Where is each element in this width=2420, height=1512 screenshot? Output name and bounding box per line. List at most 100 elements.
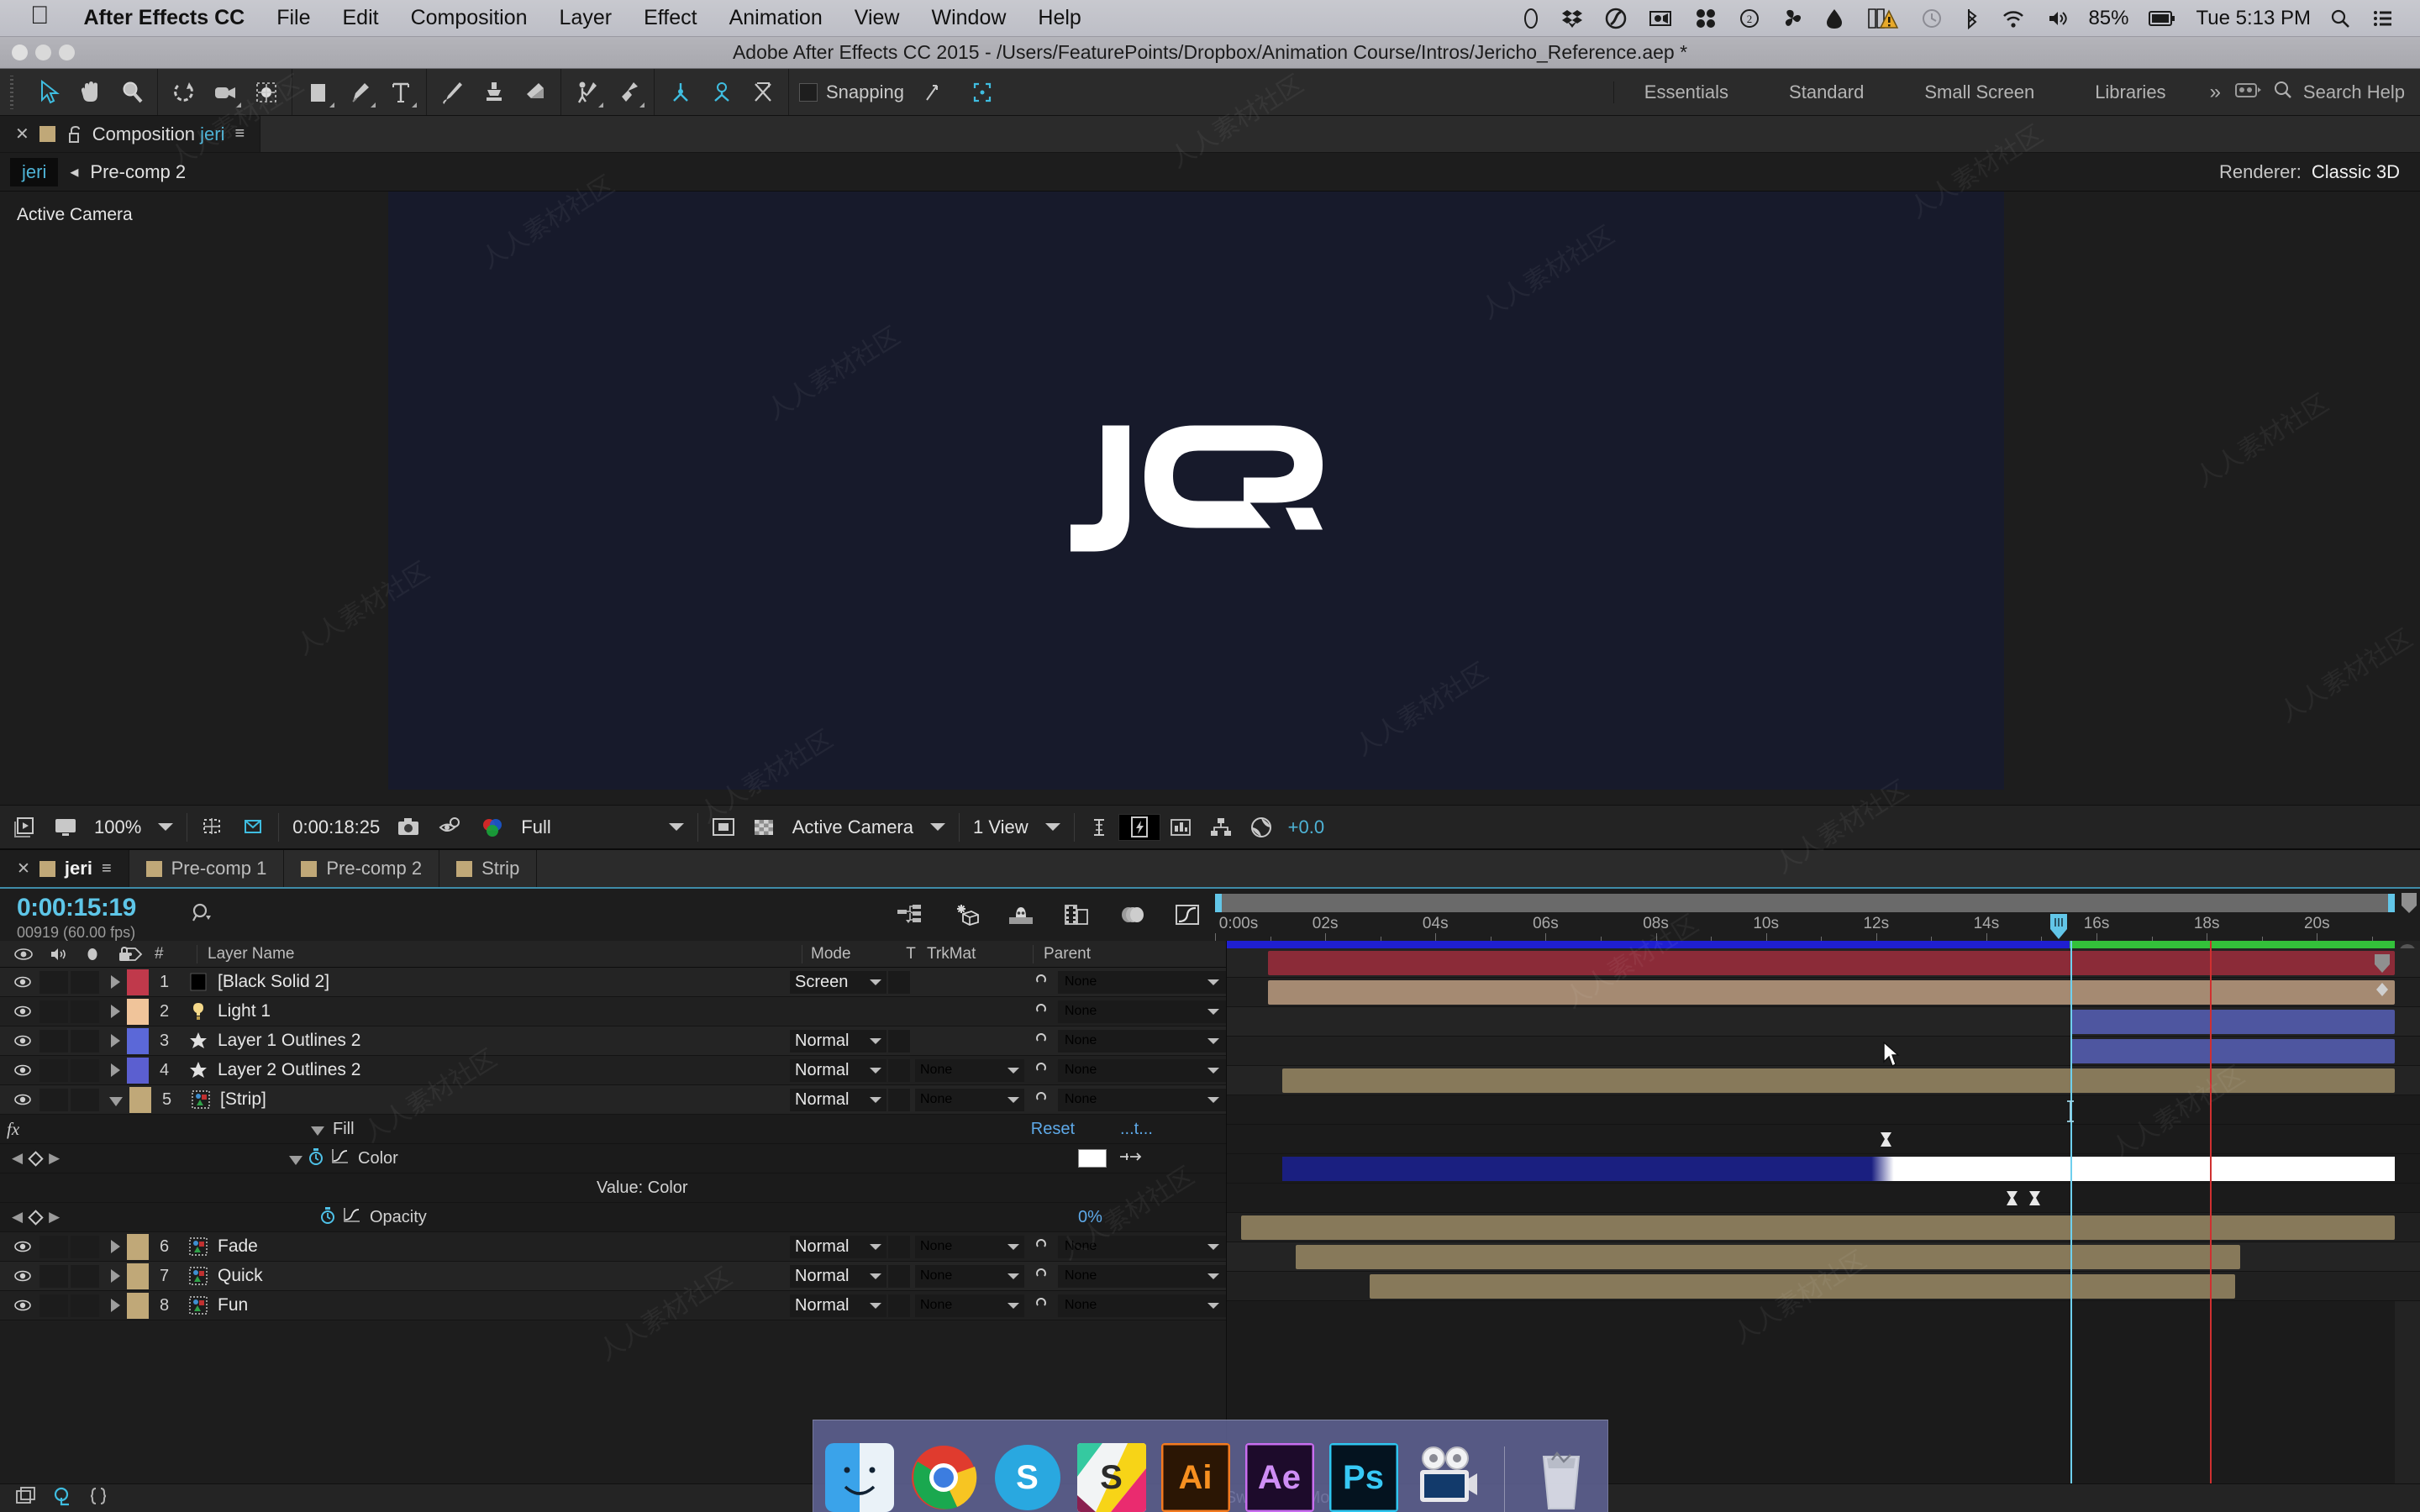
parent-pick-whip[interactable]	[1024, 1090, 1058, 1109]
pen-tool-icon[interactable]	[339, 74, 380, 111]
chevron-down-icon[interactable]	[1044, 823, 1060, 831]
timeline-tracks[interactable]	[1227, 941, 2420, 1483]
workspace-small-screen[interactable]: Small Screen	[1894, 81, 2065, 103]
timeline-search[interactable]	[181, 889, 882, 941]
layer-label-color[interactable]	[127, 1057, 149, 1084]
time-marker-line[interactable]	[2210, 941, 2212, 1483]
chevron-down-icon[interactable]	[1207, 1037, 1219, 1044]
chevron-down-icon[interactable]	[930, 823, 945, 831]
hold-keyframe[interactable]	[2028, 1190, 2041, 1206]
layer-rows[interactable]: 1 [Black Solid 2] Screen None 2 Light 1 None 3 L…	[0, 968, 1226, 1483]
unlock-icon[interactable]	[66, 124, 82, 144]
layer-row[interactable]: 3 Layer 1 Outlines 2 Normal None	[0, 1026, 1226, 1056]
time-machine-icon[interactable]	[1910, 8, 1954, 29]
next-keyframe-button[interactable]: ▶	[49, 1150, 60, 1167]
preserve-transparency-cell[interactable]	[886, 970, 912, 994]
zoom-tool-icon[interactable]	[111, 74, 152, 111]
track-row[interactable]	[1227, 1125, 2420, 1154]
color-swatch[interactable]	[1078, 1149, 1107, 1168]
layer-duration-bar[interactable]	[1267, 951, 2395, 975]
layer-name[interactable]: [Strip]	[213, 1089, 266, 1110]
layer-name[interactable]: Fun	[211, 1295, 248, 1315]
wifi-icon[interactable]	[1991, 8, 2036, 29]
grid-icon[interactable]	[233, 816, 273, 839]
workspace-overflow-button[interactable]: »	[2196, 81, 2234, 104]
hold-keyframe[interactable]	[2006, 1190, 2018, 1206]
snapping-control[interactable]: Snapping	[789, 74, 1013, 111]
parent-select[interactable]: None	[1058, 1088, 1226, 1111]
back-arrow-icon[interactable]: ◂	[58, 161, 90, 182]
chevron-down-icon[interactable]	[1007, 1273, 1019, 1279]
preserve-transparency-cell[interactable]	[886, 1235, 912, 1258]
viewer-timecode[interactable]: 0:00:18:25	[284, 816, 388, 838]
layer-expand-toggle[interactable]	[111, 1299, 120, 1312]
layer-row[interactable]: 6 Fade Normal None None	[0, 1232, 1226, 1262]
fast-preview-icon[interactable]	[1118, 813, 1160, 841]
layer-row[interactable]: 5 [Strip] Normal None None	[0, 1085, 1226, 1115]
track-row[interactable]	[1227, 1184, 2420, 1213]
preserve-transparency-toggle[interactable]	[888, 1029, 910, 1053]
effect-options-link[interactable]: ...t...	[1083, 1120, 1226, 1139]
pan-behind-anchor-tool-icon[interactable]	[245, 74, 287, 111]
views-value[interactable]: 1 View	[965, 816, 1037, 838]
layer-blend-mode[interactable]: Normal	[790, 1235, 886, 1258]
chevron-down-icon[interactable]	[1207, 1067, 1219, 1074]
stopwatch-icon[interactable]	[308, 1147, 324, 1170]
parent-select[interactable]: None	[1058, 1264, 1226, 1288]
chevron-down-icon[interactable]	[1007, 1243, 1019, 1250]
chevron-down-icon[interactable]	[870, 1096, 881, 1103]
previous-keyframe-button[interactable]: ◀	[12, 1209, 23, 1226]
property-expand-toggle[interactable]	[289, 1155, 302, 1165]
layer-audio-toggle[interactable]	[39, 1294, 68, 1317]
dock-item-sketch[interactable]: S	[1076, 1443, 1146, 1512]
exposure-icon[interactable]	[1241, 815, 1281, 840]
layer-solo-toggle[interactable]	[71, 1264, 99, 1288]
camera-orbit-tool-icon[interactable]	[204, 74, 245, 111]
dock-item-illustrator[interactable]: Ai	[1160, 1443, 1230, 1512]
layer-audio-toggle[interactable]	[39, 1058, 68, 1082]
property-row[interactable]: ◀ ▶ Color	[0, 1144, 1226, 1173]
selection-tool-icon[interactable]	[29, 74, 70, 111]
dropbox-icon[interactable]	[1550, 8, 1594, 29]
layer-visibility-toggle[interactable]	[8, 1089, 37, 1111]
workspace-libraries[interactable]: Libraries	[2065, 81, 2196, 103]
menu-composition[interactable]: Composition	[395, 6, 544, 30]
close-icon[interactable]: ✕	[15, 123, 29, 144]
layer-label-color[interactable]	[129, 1086, 151, 1113]
dock-item-finder[interactable]	[824, 1443, 894, 1512]
parent-pick-whip[interactable]	[1024, 973, 1058, 991]
layer-label-color[interactable]	[127, 1027, 149, 1054]
parent-select[interactable]: None	[1058, 1294, 1226, 1317]
notification-center-icon[interactable]	[2361, 8, 2405, 29]
checkerboard-icon[interactable]	[744, 816, 784, 839]
previous-keyframe-button[interactable]: ◀	[12, 1150, 23, 1167]
chevron-down-icon[interactable]	[870, 1037, 881, 1044]
search-icon[interactable]	[2319, 8, 2361, 29]
preserve-transparency-cell[interactable]	[886, 1264, 912, 1288]
keyframe-navigator[interactable]: ◀ ▶	[12, 1209, 72, 1226]
eraser-tool-icon[interactable]	[514, 74, 555, 111]
layer-blend-mode[interactable]: Normal	[790, 1058, 886, 1082]
layer-solo-toggle[interactable]	[71, 1000, 99, 1023]
chevron-down-icon[interactable]	[870, 1243, 881, 1250]
preserve-transparency-toggle[interactable]	[888, 1058, 910, 1082]
property-expand-toggle[interactable]	[311, 1126, 324, 1136]
layer-solo-toggle[interactable]	[71, 1088, 99, 1111]
chevron-down-icon[interactable]	[1207, 1302, 1219, 1309]
battery-icon[interactable]	[2137, 8, 2187, 29]
histogram-icon[interactable]	[1160, 816, 1201, 839]
dock-item-trash[interactable]	[1527, 1443, 1596, 1512]
layer-visibility-toggle[interactable]	[8, 1059, 37, 1082]
playhead-marker[interactable]	[2049, 912, 2069, 941]
shape-tool-icon[interactable]	[297, 74, 339, 111]
graph-editor-set-icon[interactable]	[343, 1206, 361, 1229]
parent-pick-whip[interactable]	[1024, 1032, 1058, 1050]
track-matte[interactable]: None	[915, 1058, 1024, 1082]
stopwatch-icon[interactable]	[319, 1206, 336, 1229]
layer-visibility-toggle[interactable]	[8, 971, 37, 994]
layer-name[interactable]: Fade	[211, 1236, 258, 1257]
battery-percent[interactable]: 85%	[2080, 7, 2137, 30]
hide-shy-layers-icon[interactable]	[993, 902, 1049, 927]
layer-name[interactable]: Layer 1 Outlines 2	[211, 1031, 360, 1051]
rotation-tool-icon[interactable]	[163, 74, 204, 111]
